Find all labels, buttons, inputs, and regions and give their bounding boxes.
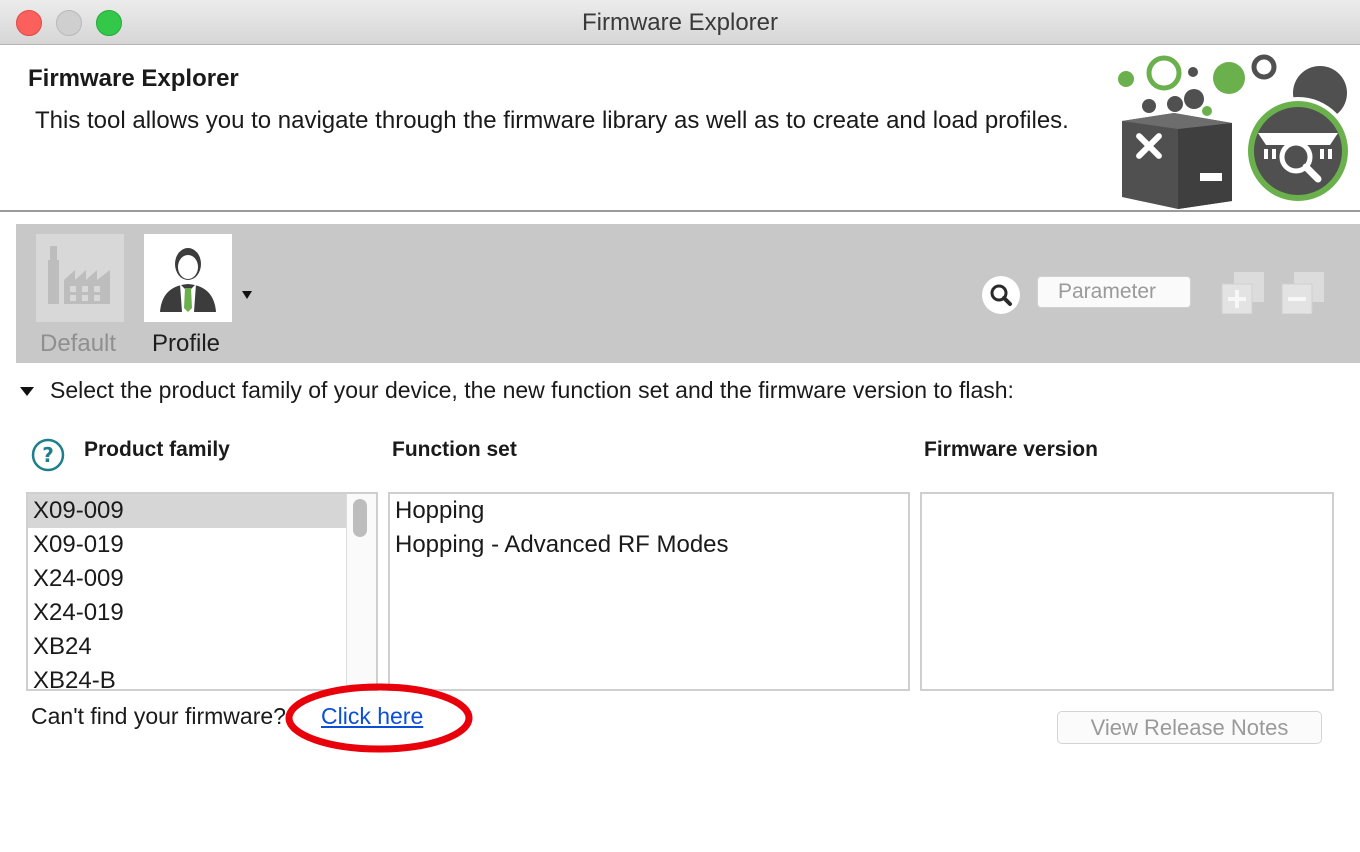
default-label: Default [40,330,117,357]
product-family-item[interactable]: X24-009 [28,562,346,596]
default-button[interactable] [36,234,124,322]
product-family-item[interactable]: XB24 [28,630,346,664]
annotation-ellipse [285,683,473,753]
profile-label: Profile [152,330,221,357]
function-set-item[interactable]: Hopping [390,494,908,528]
section-collapse-triangle-icon[interactable] [20,387,34,396]
user-profile-icon [160,248,216,312]
add-parameter-icon[interactable] [1220,272,1266,314]
product-family-item[interactable]: X24-019 [28,596,346,630]
remove-parameter-icon[interactable] [1280,272,1326,314]
dialog-title: Firmware Explorer [28,65,239,92]
function-set-header: Function set [392,438,517,461]
window-title: Firmware Explorer [581,9,779,36]
title-bar: Firmware Explorer [0,0,1360,45]
profile-button[interactable] [144,234,232,322]
product-family-item[interactable]: X09-009 [28,494,346,528]
search-icon[interactable] [981,275,1021,315]
product-family-scroll-thumb[interactable] [353,499,367,537]
dialog-header: Firmware Explorer This tool allows you t… [0,45,1360,212]
parameter-search-input[interactable] [1037,276,1191,308]
dialog-description: This tool allows you to navigate through… [35,107,1069,134]
profile-toolbar: Default Profile [16,224,1360,363]
cant-find-firmware-text: Can't find your firmware? [31,703,286,729]
section-instructions: Select the product family of your device… [50,377,1014,403]
function-set-item[interactable]: Hopping - Advanced RF Modes [390,528,908,562]
profile-dropdown-arrow-icon[interactable] [242,291,252,299]
view-release-notes-button[interactable]: View Release Notes [1057,711,1322,744]
product-family-item[interactable]: X09-019 [28,528,346,562]
product-family-list[interactable]: X09-009 X09-019 X24-009 X24-019 XB24 XB24-B [26,492,378,691]
product-family-scrollbar[interactable] [346,494,376,689]
firmware-version-header: Firmware version [924,438,1098,461]
svg-text:?: ? [42,443,54,467]
help-icon[interactable]: ? [31,438,65,472]
product-family-header: Product family [84,438,230,461]
factory-icon [48,246,110,304]
firmware-explorer-logo-icon [1118,54,1352,209]
function-set-list[interactable]: Hopping Hopping - Advanced RF Modes [388,492,910,691]
firmware-version-list[interactable] [920,492,1334,691]
